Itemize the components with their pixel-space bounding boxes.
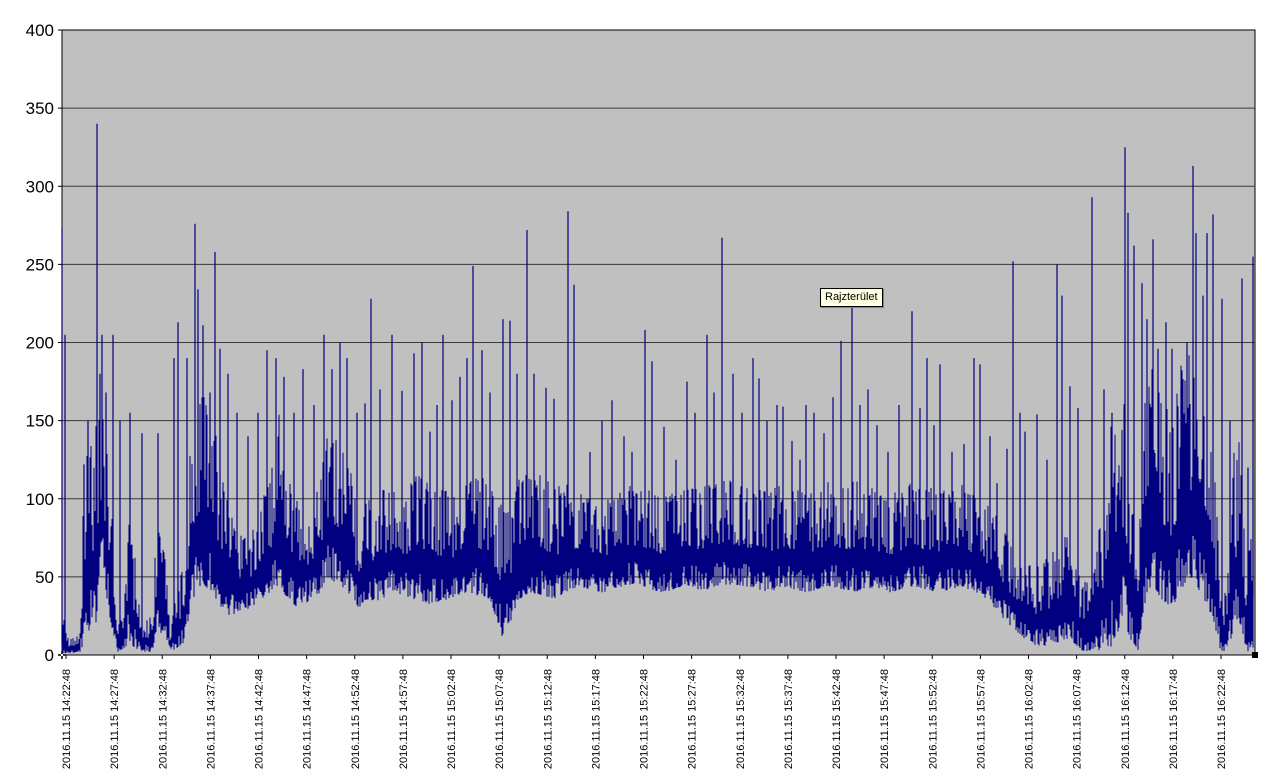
x-axis-label: 2016.11.15 15:52:48 [927, 669, 939, 769]
x-axis-label: 2016.11.15 14:52:48 [350, 669, 362, 769]
x-axis-label: 2016.11.15 15:07:48 [494, 669, 506, 769]
selection-square-handle[interactable] [1252, 652, 1258, 658]
x-axis-label: 2016.11.15 14:42:48 [254, 669, 266, 769]
y-axis-label: 350 [26, 99, 54, 118]
plot-area-tooltip: Rajzterület [820, 288, 883, 307]
x-axis-label: 2016.11.15 14:37:48 [205, 669, 217, 769]
x-axis-label: 2016.11.15 15:32:48 [735, 669, 747, 769]
x-axis-label: 2016.11.15 15:47:48 [879, 669, 891, 769]
y-axis-label: 0 [45, 646, 54, 665]
y-axis-label: 150 [26, 412, 54, 431]
x-axis-label: 2016.11.15 15:02:48 [446, 669, 458, 769]
x-axis-label: 2016.11.15 16:17:48 [1168, 669, 1180, 769]
x-axis-label: 2016.11.15 15:22:48 [639, 669, 651, 769]
x-axis-label: 2016.11.15 16:22:48 [1216, 669, 1228, 769]
selection-cross-center [61, 654, 63, 656]
y-axis-label: 400 [26, 21, 54, 40]
x-axis-label: 2016.11.15 14:22:48 [61, 669, 73, 769]
y-axis-label: 100 [26, 490, 54, 509]
x-axis-label: 2016.11.15 14:57:48 [398, 669, 410, 769]
x-axis-label: 2016.11.15 15:17:48 [590, 669, 602, 769]
x-axis-label: 2016.11.15 15:42:48 [831, 669, 843, 769]
y-axis-label: 300 [26, 177, 54, 196]
y-axis-label: 50 [35, 568, 54, 587]
x-axis-label: 2016.11.15 16:12:48 [1120, 669, 1132, 769]
x-axis-label: 2016.11.15 15:37:48 [783, 669, 795, 769]
x-axis-label: 2016.11.15 15:27:48 [687, 669, 699, 769]
chart-canvas: 400 350 300 250 200 150 100 50 0 2016.11.15 14:22… [26, 21, 1258, 769]
y-axis-label: 250 [26, 255, 54, 274]
x-axis-label: 2016.11.15 16:07:48 [1072, 669, 1084, 769]
x-axis-label: 2016.11.15 15:57:48 [975, 669, 987, 769]
y-axis-label: 200 [26, 334, 54, 353]
x-axis-label: 2016.11.15 14:47:48 [302, 669, 314, 769]
x-axis-label: 2016.11.15 14:32:48 [157, 669, 169, 769]
x-axis-label: 2016.11.15 15:12:48 [542, 669, 554, 769]
x-axis-label: 2016.11.15 16:02:48 [1024, 669, 1036, 769]
x-axis-label: 2016.11.15 14:27:48 [109, 669, 121, 769]
